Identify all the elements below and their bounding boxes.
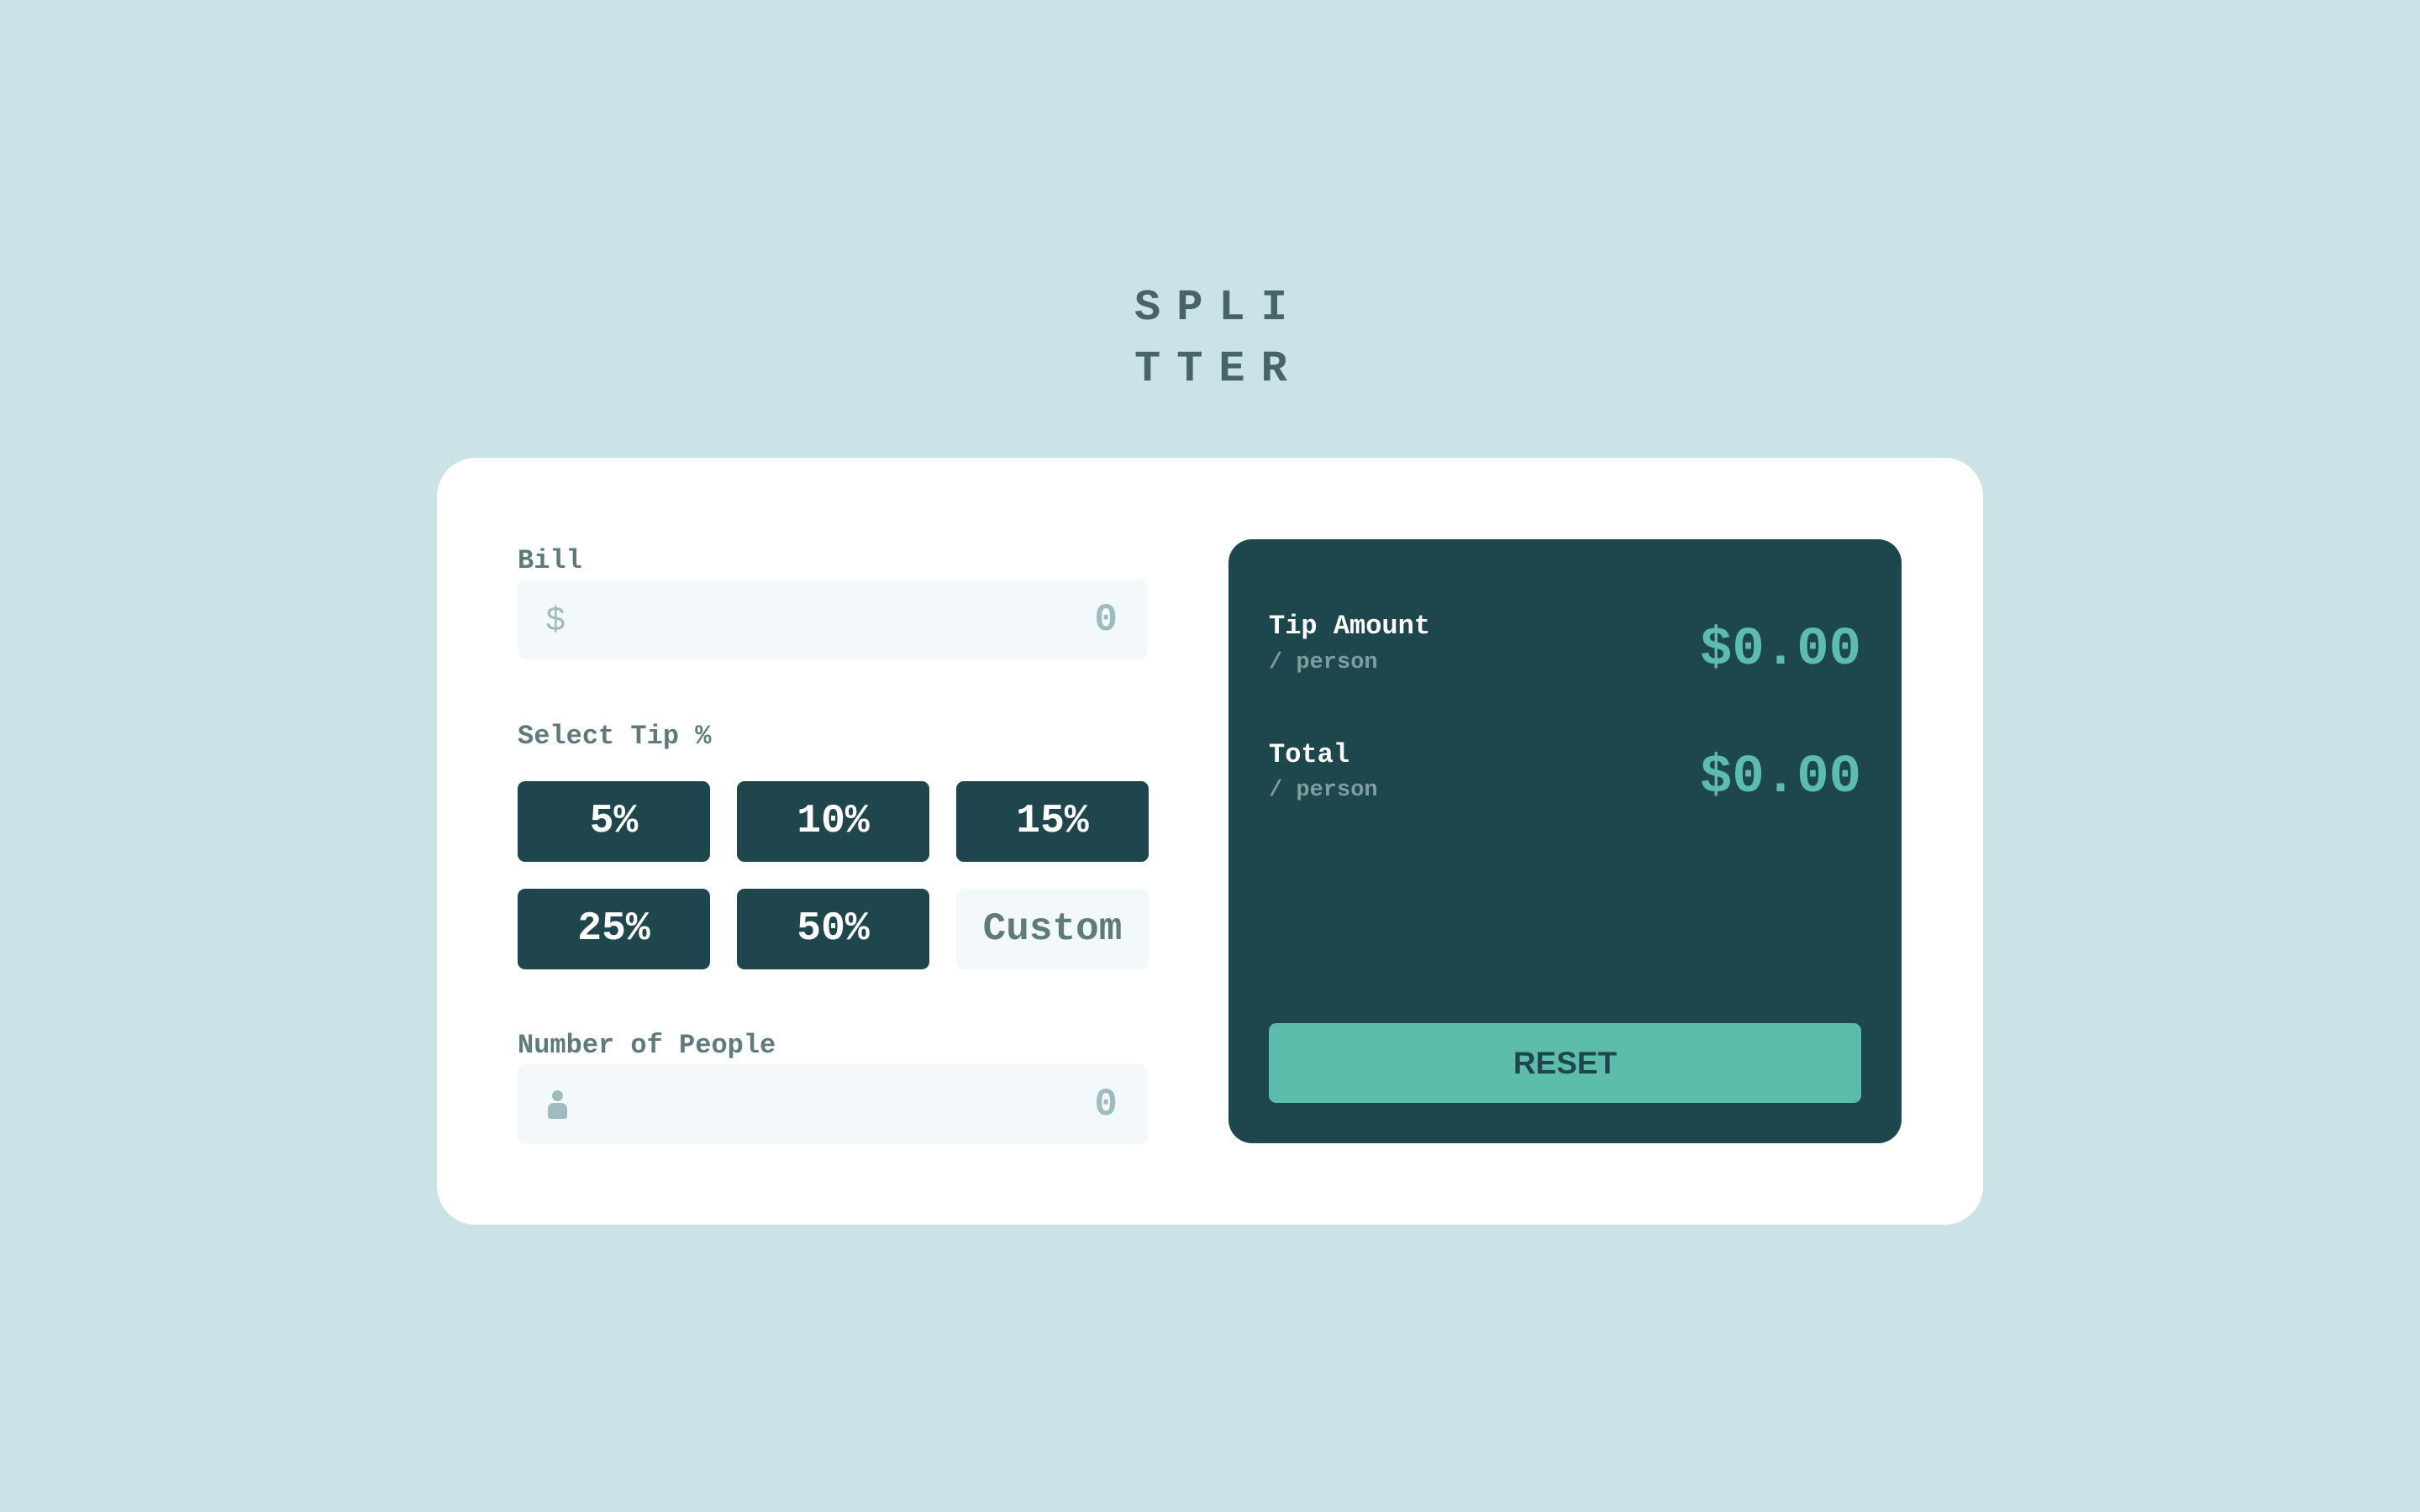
- tip-button-15[interactable]: 15%: [956, 781, 1149, 862]
- tip-button-5[interactable]: 5%: [518, 781, 710, 862]
- bill-input[interactable]: $ 0: [518, 580, 1148, 659]
- calculator-card: Bill $ 0 Select Tip % 5% 10% 15% 25% 50%…: [437, 458, 1983, 1225]
- results-panel: Tip Amount / person $0.00 Total / person…: [1228, 539, 1902, 1143]
- select-tip-label: Select Tip %: [518, 721, 712, 752]
- tip-options: 5% 10% 15% 25% 50% Custom: [518, 781, 1149, 969]
- people-input-placeholder: 0: [1094, 1082, 1118, 1126]
- total-value: $0.00: [1699, 748, 1861, 808]
- tip-button-50[interactable]: 50%: [737, 889, 929, 969]
- custom-tip-input[interactable]: Custom: [956, 889, 1149, 969]
- app-logo: SPLI TTER: [1134, 277, 1319, 400]
- logo-line-1: SPLI: [1134, 283, 1303, 333]
- bill-label: Bill: [518, 545, 582, 576]
- people-label: Number of People: [518, 1030, 776, 1061]
- bill-input-placeholder: 0: [1094, 597, 1118, 642]
- person-icon: [546, 1064, 568, 1144]
- tip-amount-title: Tip Amount: [1269, 611, 1431, 642]
- total-title: Total: [1269, 739, 1350, 770]
- reset-button[interactable]: RESET: [1269, 1023, 1861, 1103]
- tip-button-10[interactable]: 10%: [737, 781, 929, 862]
- logo-line-2: TTER: [1134, 344, 1303, 394]
- tip-button-25[interactable]: 25%: [518, 889, 710, 969]
- total-subtitle: / person: [1269, 778, 1378, 803]
- tip-amount-value: $0.00: [1699, 620, 1861, 680]
- tip-amount-subtitle: / person: [1269, 650, 1378, 675]
- dollar-icon: $: [546, 601, 566, 638]
- people-input[interactable]: 0: [518, 1064, 1148, 1144]
